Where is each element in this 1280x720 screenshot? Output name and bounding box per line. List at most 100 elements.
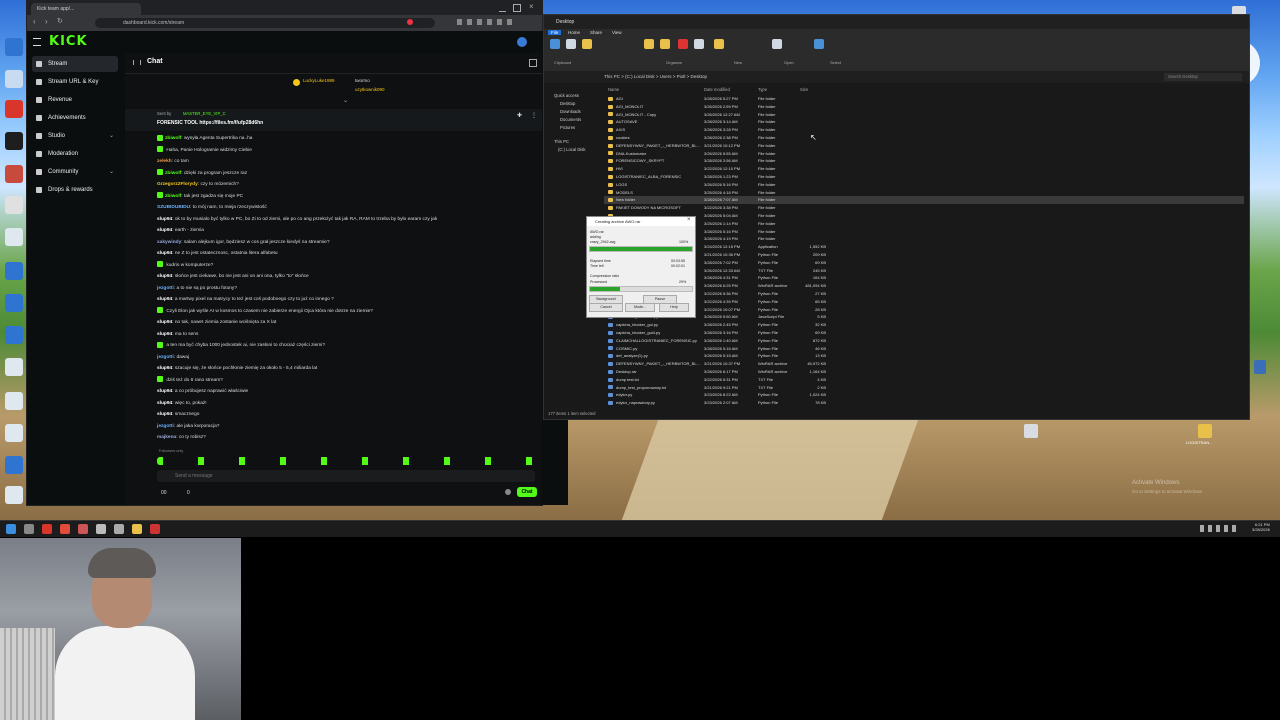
kick-logo[interactable]: KICK — [49, 34, 88, 49]
copy-icon[interactable] — [566, 39, 576, 49]
ribbon-tab-share[interactable]: Share — [590, 30, 602, 35]
forward-icon[interactable]: › — [45, 17, 48, 26]
desktop-icon-right-1[interactable] — [1024, 424, 1038, 438]
app-icon-4[interactable] — [114, 524, 124, 534]
clock[interactable]: 6:21 PM 3/28/2026 — [1252, 522, 1270, 532]
browser-tab[interactable]: Kick team app/... — [31, 3, 141, 15]
back-icon[interactable]: ‹ — [33, 17, 36, 26]
select-all-icon[interactable] — [814, 39, 824, 49]
nav-quick-access[interactable]: Quick access — [554, 93, 579, 98]
nav-documents[interactable]: Documents — [560, 117, 581, 122]
file-row[interactable]: 3/28/2026 7:02 PM Python File 69 KB — [604, 259, 1244, 267]
paste-icon[interactable] — [582, 39, 592, 49]
pin-icon[interactable]: ✚ — [517, 112, 522, 119]
new-folder-icon[interactable] — [714, 39, 724, 49]
desktop-icon-right-2[interactable] — [1198, 424, 1212, 438]
app-icon-1[interactable] — [60, 524, 70, 534]
nav-this-pc[interactable]: This PC — [554, 139, 569, 144]
nav-downloads[interactable]: Downloads — [560, 109, 581, 114]
minimize-icon[interactable] — [499, 4, 506, 12]
pinned-text[interactable]: FORENSIC TOOL https://files.fm/f/ufp28d6… — [157, 120, 263, 126]
start-icon[interactable] — [6, 524, 16, 534]
delete-icon[interactable] — [678, 39, 688, 49]
desktop-icon-3[interactable] — [5, 165, 23, 183]
file-row[interactable]: HVI 3/22/2026 12:10 PM File folder — [604, 165, 1244, 173]
desktop-icon-8[interactable] — [5, 326, 23, 344]
column-size[interactable]: Size — [800, 87, 808, 92]
file-row[interactable]: 3/28/2026 5:16 PM File folder — [604, 228, 1244, 236]
file-row[interactable]: LOGS 3/26/2026 5:16 PM File folder — [604, 181, 1244, 189]
send-chat-button[interactable]: Chat — [517, 487, 537, 497]
search-icon[interactable] — [24, 524, 34, 534]
sidebar-item-studio[interactable]: Studio ⌄ — [32, 128, 118, 144]
sidebar-item-community[interactable]: Community ⌄ — [32, 164, 118, 180]
file-row[interactable]: Desktop.rar 3/28/2026 6:17 PM WinRAR archi… — [604, 368, 1244, 376]
desktop-icon-11[interactable] — [5, 424, 23, 442]
properties-icon[interactable] — [772, 39, 782, 49]
file-row[interactable]: dump test.txt 3/22/2026 5:31 PM TXT File 4 … — [604, 376, 1244, 384]
file-row[interactable]: CLAIMCHALLOGISTRANIEC_FORENSIC.py 3/28/20… — [604, 337, 1244, 345]
sidebar-item-moderation[interactable]: Moderation — [32, 146, 118, 162]
file-row[interactable]: COSMIC.py 3/28/2026 5:16 AM Python File 46 … — [604, 345, 1244, 353]
app-icon-3[interactable] — [96, 524, 106, 534]
desktop-icon-brave[interactable] — [5, 100, 23, 118]
app-icon-2[interactable] — [78, 524, 88, 534]
desktop-icon-5[interactable] — [5, 228, 23, 246]
file-row[interactable]: CAPTCHA_BRUTAL.py3/26/2026 5:50 AMJavaSc… — [604, 313, 1244, 321]
file-row[interactable]: 3/21/2026 10:36 PM Python File 209 KB — [604, 251, 1244, 259]
cancel-button[interactable]: Cancel — [589, 303, 623, 312]
reload-icon[interactable]: ↻ — [57, 17, 63, 25]
desktop-icon-9[interactable] — [5, 358, 23, 376]
file-row[interactable]: DEFENSYWNY_PAKIET_-_HERBWTOR_BL... 3/21/2… — [604, 360, 1244, 368]
pin-icon[interactable] — [550, 39, 560, 49]
file-row[interactable]: LOGISTRANIEC_ALBA_FORENSIC 3/28/2026 1:23… — [604, 173, 1244, 181]
maximize-icon[interactable] — [513, 4, 521, 12]
chat-input[interactable]: Send a message — [157, 470, 535, 482]
ribbon-tab-file[interactable]: File — [548, 30, 562, 35]
emote-bar[interactable] — [157, 457, 535, 465]
file-row[interactable]: captcha_blocker_gui4.py 3/28/2026 3:16 PM… — [604, 329, 1244, 337]
ribbon-tab-view[interactable]: View — [612, 30, 622, 35]
sidebar-item-stream-url-key[interactable]: Stream URL & Key — [32, 74, 118, 90]
file-row[interactable]: AGI 3/28/2026 5:27 PM File folder — [604, 95, 1244, 103]
file-row[interactable]: PAKIET DOWODY NA MICROSOFT 3/22/2026 3:38… — [604, 204, 1244, 212]
desktop-icon-7[interactable] — [5, 294, 23, 312]
column-type[interactable]: Type — [758, 87, 767, 92]
close-icon[interactable]: × — [529, 2, 534, 11]
desktop-icon-4[interactable] — [5, 196, 23, 214]
mode-button[interactable]: Mode... — [625, 303, 655, 312]
column-name[interactable]: Name — [608, 87, 619, 92]
desktop-icon-obs[interactable] — [5, 132, 23, 150]
popout-icon[interactable] — [529, 59, 537, 67]
top-user-3[interactable]: uzytkownik090 — [355, 87, 385, 92]
file-row[interactable]: AXIS 3/28/2026 3:28 PM File folder — [604, 126, 1244, 134]
pinned-user[interactable]: MASTER_EYE_VIP_C — [183, 111, 226, 116]
sidebar-item-achievements[interactable]: Achievements — [32, 110, 118, 126]
chevron-down-icon[interactable]: ⌄ — [343, 97, 348, 104]
file-row[interactable]: DEFENSYWNY_PAKIET_-_HERBWTOR_BL... 3/21/2… — [604, 142, 1244, 150]
file-row[interactable]: 3/28/2026 6:25 PM WinRAR archive 481,094 K… — [604, 282, 1244, 290]
desktop-icon-13[interactable] — [5, 486, 23, 504]
file-row[interactable]: 3/22/2026 4:39 PM Python File 65 KB — [604, 298, 1244, 306]
file-row[interactable]: 3/22/2026 5:36 PM Python File 27 KB — [604, 290, 1244, 298]
desktop-icon-1[interactable] — [5, 38, 23, 56]
file-row[interactable]: 3/22/2026 10:07 PM Python File 28 KB — [604, 306, 1244, 314]
copy-to-icon[interactable] — [660, 39, 670, 49]
extensions-toolbar[interactable] — [457, 19, 517, 25]
file-row[interactable]: AGI_MONOLIT - Copy 3/26/2026 12:27 AM File… — [604, 111, 1244, 119]
system-tray[interactable] — [1200, 525, 1240, 532]
sidebar-item-revenue[interactable]: Revenue — [32, 92, 118, 108]
settings-icon[interactable] — [505, 489, 511, 495]
file-row[interactable]: dump_test_proponowany.txt 3/21/2026 9:21 … — [604, 384, 1244, 392]
sidebar-item-drops-rewards[interactable]: Drops & rewards — [32, 182, 118, 198]
collapse-chat-icon[interactable] — [133, 60, 141, 65]
nav-local-disk[interactable]: (C:) Local Disk — [558, 147, 585, 152]
file-row[interactable]: edytor.py 3/23/2026 8:22 AM Python File 1,0… — [604, 391, 1244, 399]
desktop-icon-2[interactable] — [5, 70, 23, 88]
file-row[interactable]: 3/25/2026 1:14 PM File folder — [604, 220, 1244, 228]
top-user-2[interactable]: twormo — [355, 78, 370, 83]
sidebar-item-stream[interactable]: Stream — [32, 56, 118, 72]
more-icon[interactable]: ⋮ — [531, 112, 537, 119]
column-date[interactable]: Date modified — [704, 87, 730, 92]
top-user-1[interactable]: LuckyLuke1989 — [303, 78, 335, 83]
